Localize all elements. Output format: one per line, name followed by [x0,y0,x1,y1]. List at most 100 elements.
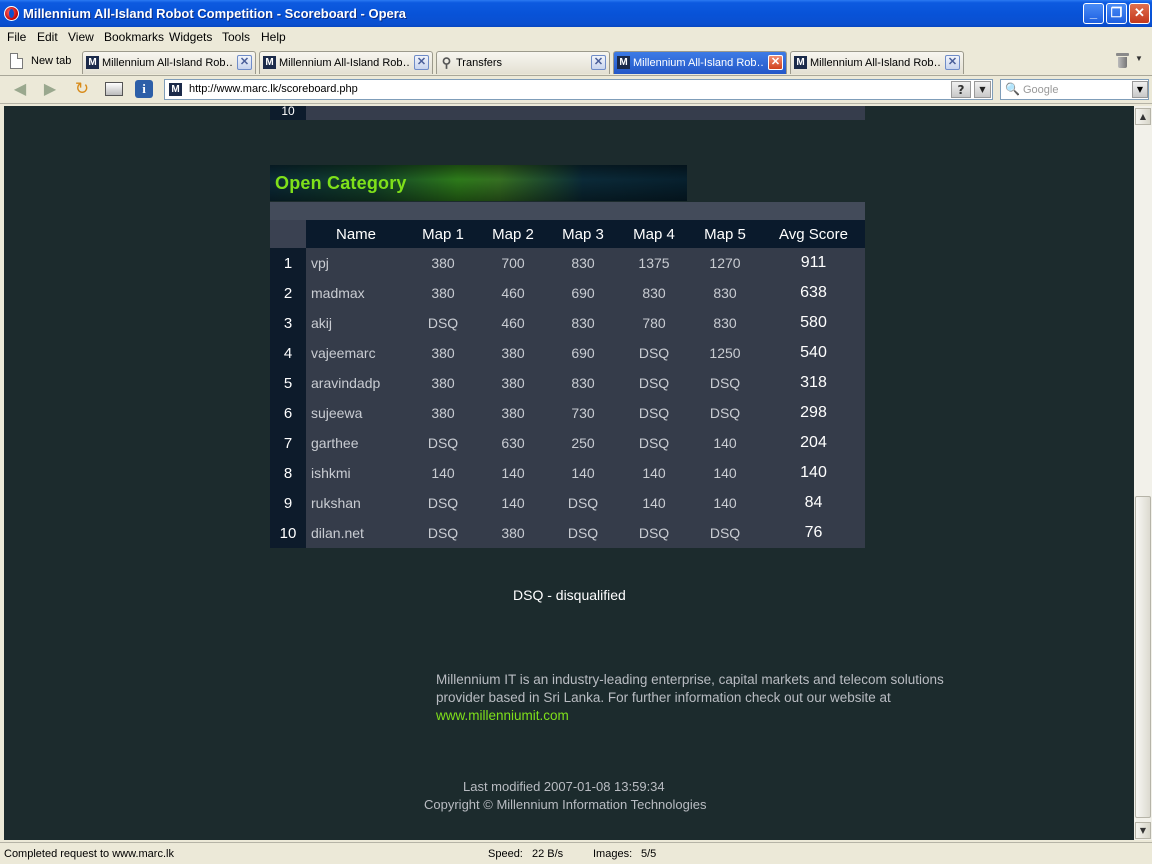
column-header-name: Name [306,220,406,248]
map5-cell: 830 [688,308,762,338]
info-icon[interactable]: i [134,80,154,98]
table-row: 1 vpj 380 700 830 1375 1270 911 [270,248,865,278]
close-window-button[interactable]: ✕ [1129,3,1150,24]
map4-cell: DSQ [620,368,688,398]
tab-close-icon[interactable]: ✕ [768,55,783,70]
table-row: 4 vajeemarc 380 380 690 DSQ 1250 540 [270,338,865,368]
tab-label: Millennium All-Island Rob… [810,57,940,69]
map3-cell: 830 [546,248,620,278]
column-header-avg-score: Avg Score [762,220,865,248]
forward-arrow-icon[interactable]: ▶ [40,80,60,98]
table-row: 6 sujeewa 380 380 730 DSQ DSQ 298 [270,398,865,428]
tab-marc-1[interactable]: M Millennium All-Island Rob… ✕ [82,51,256,74]
tab-marc-active[interactable]: M Millennium All-Island Rob… ✕ [613,51,787,74]
map2-cell: 380 [480,398,546,428]
map1-cell: 380 [406,278,480,308]
menu-bookmarks[interactable]: Bookmarks [104,30,164,44]
avg-score-cell: 204 [762,428,865,458]
window-title-bar: Millennium All-Island Robot Competition … [0,0,1152,27]
column-header-map2: Map 2 [480,220,546,248]
tab-bar: New tab M Millennium All-Island Rob… ✕ M… [0,47,1152,76]
tab-close-icon[interactable]: ✕ [414,55,429,70]
scroll-thumb[interactable] [1135,496,1151,818]
table-header-row: Name Map 1 Map 2 Map 3 Map 4 Map 5 Avg S… [270,220,865,248]
map1-cell: DSQ [406,488,480,518]
minimize-button[interactable]: _ [1083,3,1104,24]
avg-score-cell: 540 [762,338,865,368]
about-line: Millennium IT is an industry-leading ent… [436,672,944,687]
avg-score-cell: 140 [762,458,865,488]
rank-cell: 7 [270,428,306,458]
menu-help[interactable]: Help [261,30,286,44]
tab-marc-5[interactable]: M Millennium All-Island Rob… ✕ [790,51,964,74]
tab-close-icon[interactable]: ✕ [237,55,252,70]
menu-file[interactable]: File [7,30,26,44]
vertical-scrollbar[interactable]: ▲ ▼ [1134,106,1152,840]
status-message: Completed request to www.marc.lk [4,848,174,860]
rank-cell: 3 [270,308,306,338]
menu-edit[interactable]: Edit [37,30,58,44]
map5-cell: DSQ [688,398,762,428]
map2-cell: 630 [480,428,546,458]
table-row: 9 rukshan DSQ 140 DSQ 140 140 84 [270,488,865,518]
map4-cell: 140 [620,488,688,518]
table-row: 8 ishkmi 140 140 140 140 140 140 [270,458,865,488]
trash-icon[interactable] [1116,53,1129,68]
chevron-down-icon[interactable]: ▼ [1132,81,1148,98]
home-icon[interactable] [104,80,124,98]
back-arrow-icon[interactable]: ◀ [10,80,30,98]
menu-widgets[interactable]: Widgets [169,30,212,44]
name-cell: aravindadp [306,368,406,398]
transfers-icon: ⚲ [441,55,452,70]
map3-cell: 830 [546,368,620,398]
tab-marc-2[interactable]: M Millennium All-Island Rob… ✕ [259,51,433,74]
address-field[interactable]: M http://www.marc.lk/scoreboard.php ? ▼ [164,79,993,100]
map3-cell: 690 [546,338,620,368]
site-favicon-icon: M [263,56,276,69]
site-favicon-icon: M [794,56,807,69]
avg-score-cell: 84 [762,488,865,518]
search-input[interactable] [1023,83,1128,97]
map5-cell: DSQ [688,368,762,398]
site-favicon-icon: M [617,56,630,69]
new-tab-label: New tab [31,55,72,67]
map4-cell: DSQ [620,518,688,548]
tab-close-icon[interactable]: ✕ [591,55,606,70]
avg-score-cell: 318 [762,368,865,398]
table-row: 5 aravindadp 380 380 830 DSQ DSQ 318 [270,368,865,398]
avg-score-cell: 638 [762,278,865,308]
reload-icon[interactable]: ↻ [72,80,92,98]
rank-cell: 4 [270,338,306,368]
search-box: 🔍 ▼ [1000,79,1149,100]
maximize-button[interactable]: ❐ [1106,3,1127,24]
menu-view[interactable]: View [68,30,94,44]
rank-cell: 10 [270,106,306,120]
map1-cell: DSQ [406,308,480,338]
name-cell: madmax [306,278,406,308]
map5-cell: 140 [688,488,762,518]
tab-close-icon[interactable]: ✕ [945,55,960,70]
map4-cell: DSQ [620,398,688,428]
website-link[interactable]: www.millenniumit.com [436,708,569,723]
avg-score-cell: 580 [762,308,865,338]
help-button[interactable]: ? [951,81,971,98]
url-text[interactable]: http://www.marc.lk/scoreboard.php [189,83,358,95]
name-cell: sujeewa [306,398,406,428]
scroll-up-arrow-icon[interactable]: ▲ [1135,108,1151,125]
column-header-map5: Map 5 [688,220,762,248]
tab-transfers[interactable]: ⚲ Transfers ✕ [436,51,610,74]
scroll-down-arrow-icon[interactable]: ▼ [1135,822,1151,839]
table-spacer-row [270,202,865,220]
chevron-down-icon[interactable]: ▼ [1135,54,1143,63]
avg-score-cell: 911 [762,248,865,278]
dsq-legend: DSQ - disqualified [513,587,626,603]
opera-icon [4,6,19,21]
page-viewport: 10 Open Category Name Map 1 Map 2 Map 3 … [4,106,1134,840]
column-header-map3: Map 3 [546,220,620,248]
map4-cell: 780 [620,308,688,338]
map2-cell: 380 [480,338,546,368]
copyright: Copyright © Millennium Information Techn… [424,797,707,812]
chevron-down-icon[interactable]: ▼ [974,81,991,98]
menu-tools[interactable]: Tools [222,30,250,44]
avg-score-cell: 76 [762,518,865,548]
